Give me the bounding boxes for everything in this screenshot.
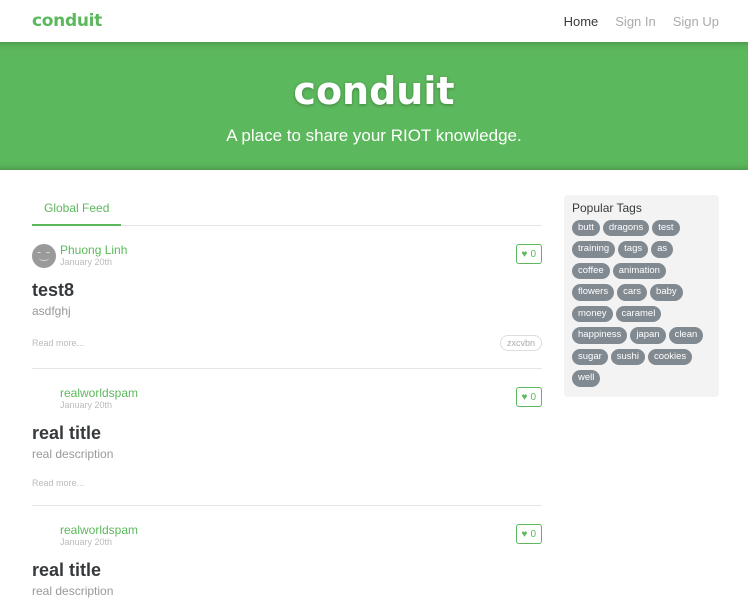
- page-container: Global Feed Phuong Linh January 20th ♥ 0…: [0, 195, 748, 600]
- popular-tags-title: Popular Tags: [572, 201, 642, 215]
- favorite-count: 0: [530, 248, 536, 260]
- article-meta: Phuong Linh January 20th: [32, 243, 542, 269]
- author-link[interactable]: Phuong Linh: [60, 244, 127, 257]
- tag-pill[interactable]: sugar: [572, 348, 608, 366]
- favorite-count: 0: [530, 528, 536, 540]
- article-meta: realworldspam January 20th: [32, 386, 542, 412]
- banner-subtitle: A place to share your RIOT knowledge.: [226, 126, 522, 145]
- heart-icon: ♥: [521, 391, 528, 403]
- article-date: January 20th: [60, 256, 113, 267]
- favorite-button[interactable]: ♥ 0: [515, 524, 542, 544]
- article-date: January 20th: [60, 536, 113, 547]
- feed-toggle: Global Feed: [32, 195, 542, 226]
- article-info: realworldspam January 20th: [60, 387, 138, 410]
- tag-pill[interactable]: test: [652, 220, 680, 237]
- tag-pill[interactable]: tags: [618, 241, 649, 258]
- tag-pill[interactable]: baby: [650, 284, 683, 301]
- nav-sign-up[interactable]: Sign Up: [673, 14, 719, 29]
- author-link[interactable]: realworldspam: [60, 387, 138, 400]
- tag-pill[interactable]: well: [572, 370, 601, 387]
- tag-pill[interactable]: coffee: [572, 262, 610, 280]
- heart-icon: ♥: [521, 248, 528, 260]
- heart-icon: ♥: [521, 528, 528, 540]
- nav-links: Home Sign In Sign Up: [564, 14, 719, 29]
- read-more-link[interactable]: Read more...: [32, 478, 84, 488]
- tab-global-feed[interactable]: Global Feed: [32, 201, 122, 226]
- article-preview: realworldspam January 20th ♥ 0 real titl…: [32, 369, 542, 506]
- nav-home[interactable]: Home: [564, 14, 599, 29]
- tag-pill[interactable]: cars: [617, 284, 648, 301]
- tag-pill[interactable]: as: [651, 241, 674, 258]
- brand-logo[interactable]: conduit: [32, 11, 102, 31]
- article-date: January 20th: [60, 399, 113, 410]
- favorite-count: 0: [530, 391, 536, 403]
- article-preview: realworldspam January 20th ♥ 0 real titl…: [32, 506, 542, 600]
- article-description[interactable]: real description: [32, 584, 542, 598]
- article-description[interactable]: asdfghj: [32, 304, 542, 318]
- favorite-button[interactable]: ♥ 0: [515, 244, 542, 264]
- feed-column: Global Feed Phuong Linh January 20th ♥ 0…: [32, 195, 542, 600]
- article-footer: Read more...: [32, 478, 542, 488]
- tag-pill[interactable]: japan: [630, 327, 666, 344]
- tag-pill[interactable]: butt: [572, 220, 600, 237]
- favorite-button[interactable]: ♥ 0: [515, 387, 542, 407]
- article-footer: Read more... zxcvbn: [32, 335, 542, 351]
- sidebar: Popular Tags butt dragons test training …: [564, 195, 719, 600]
- tag-pill[interactable]: training: [572, 241, 616, 258]
- article-info: realworldspam January 20th: [60, 524, 138, 547]
- article-title[interactable]: real title: [32, 560, 542, 581]
- tag-pill[interactable]: happiness: [572, 327, 628, 344]
- nav-sign-in[interactable]: Sign In: [615, 14, 655, 29]
- tag-list: butt dragons test training tags as coffe…: [572, 220, 711, 387]
- tag-pill[interactable]: clean: [668, 327, 704, 344]
- banner: conduit A place to share your RIOT knowl…: [0, 42, 748, 170]
- avatar[interactable]: [32, 524, 56, 548]
- tag-pill[interactable]: animation: [612, 262, 666, 280]
- avatar[interactable]: [32, 387, 56, 411]
- article-title[interactable]: test8: [32, 280, 542, 301]
- article-tag[interactable]: zxcvbn: [499, 335, 542, 351]
- tag-pill[interactable]: caramel: [615, 305, 662, 323]
- tag-pill[interactable]: cookies: [647, 348, 693, 366]
- article-preview: Phuong Linh January 20th ♥ 0 test8 asdfg…: [32, 226, 542, 369]
- article-title[interactable]: real title: [32, 423, 542, 444]
- tag-pill[interactable]: dragons: [602, 220, 650, 237]
- tag-pill[interactable]: money: [572, 305, 613, 323]
- article-meta: realworldspam January 20th: [32, 523, 542, 549]
- avatar[interactable]: [32, 244, 56, 268]
- navbar: conduit Home Sign In Sign Up: [0, 0, 748, 42]
- read-more-link[interactable]: Read more...: [32, 338, 84, 348]
- author-link[interactable]: realworldspam: [60, 524, 138, 537]
- article-info: Phuong Linh January 20th: [60, 244, 127, 267]
- banner-title: conduit: [293, 69, 455, 113]
- tag-pill[interactable]: sushi: [610, 348, 645, 366]
- popular-tags-box: Popular Tags butt dragons test training …: [564, 195, 719, 397]
- article-description[interactable]: real description: [32, 447, 542, 461]
- tag-pill[interactable]: flowers: [572, 284, 615, 301]
